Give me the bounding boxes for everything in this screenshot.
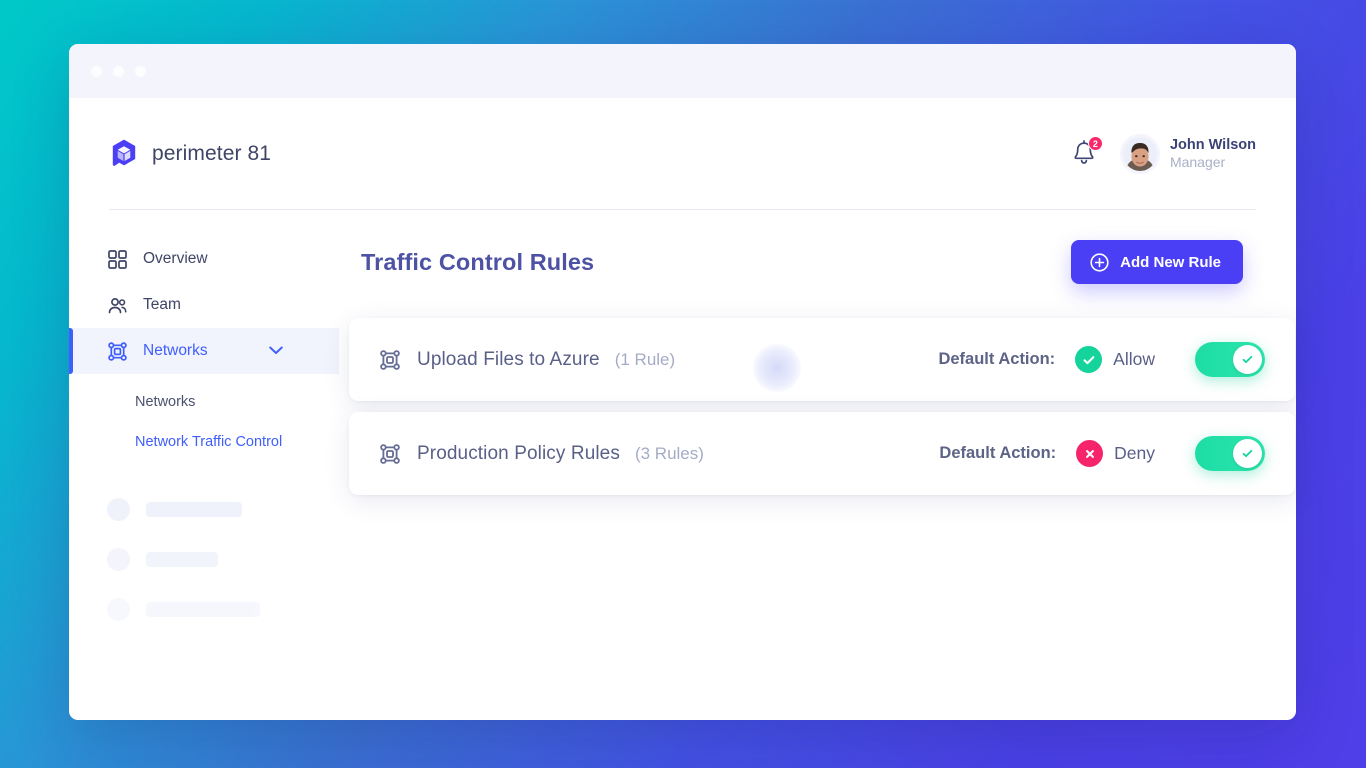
- rule-enabled-toggle[interactable]: [1195, 342, 1265, 377]
- users-icon: [108, 296, 127, 315]
- action-text: Allow: [1113, 349, 1155, 369]
- sidebar-item-overview[interactable]: Overview: [69, 236, 339, 282]
- default-action-value: Allow: [1075, 346, 1155, 373]
- network-nodes-icon: [380, 349, 400, 370]
- list-item: [69, 484, 339, 534]
- placeholder-avatar: [107, 497, 130, 521]
- placeholder-avatar: [107, 547, 130, 571]
- default-action-label: Default Action:: [939, 444, 1057, 462]
- user-name: John Wilson: [1169, 137, 1256, 154]
- brand-logo[interactable]: perimeter 81: [109, 138, 271, 171]
- window-titlebar: [69, 44, 1296, 98]
- x-circle-icon: [1076, 440, 1104, 467]
- sidebar-item-label: Team: [143, 296, 181, 313]
- plus-circle-icon: [1090, 252, 1109, 272]
- rule-name: Upload Files to Azure: [417, 348, 600, 370]
- toggle-knob: [1233, 439, 1262, 468]
- toggle-knob: [1233, 345, 1262, 374]
- page-title: Traffic Control Rules: [361, 248, 595, 275]
- rules-list: Upload Files to Azure (1 Rule) Default A…: [339, 318, 1296, 495]
- sidebar-subitem-label: Network Traffic Control: [135, 434, 283, 450]
- list-item: [69, 534, 339, 584]
- placeholder-bar: [146, 501, 242, 517]
- default-action-value: Deny: [1076, 440, 1155, 467]
- app-body: Overview Team Networks Networks Network …: [69, 210, 1296, 720]
- sidebar-item-label: Networks: [143, 342, 208, 359]
- rule-name: Production Policy Rules: [417, 442, 620, 464]
- network-nodes-icon: [380, 443, 400, 464]
- user-menu[interactable]: John Wilson Manager: [1122, 136, 1256, 172]
- maximize-dot[interactable]: [135, 65, 146, 77]
- perimeter81-cube-logo-icon: [109, 138, 139, 171]
- brand-name: perimeter 81: [152, 142, 272, 165]
- table-row[interactable]: Production Policy Rules (3 Rules) Defaul…: [349, 412, 1295, 495]
- user-meta: John Wilson Manager: [1170, 136, 1256, 172]
- table-row[interactable]: Upload Files to Azure (1 Rule) Default A…: [349, 318, 1295, 401]
- rule-controls: Default Action: Deny: [939, 436, 1265, 471]
- network-nodes-icon: [108, 341, 127, 361]
- app-header: perimeter 81 2 John Wilson Manager: [69, 98, 1296, 210]
- grid-icon: [108, 249, 127, 269]
- sidebar: Overview Team Networks Networks Network …: [69, 210, 339, 720]
- sidebar-subitem-networks[interactable]: Networks: [69, 382, 339, 422]
- sidebar-item-label: Overview: [143, 250, 208, 267]
- check-icon: [1242, 449, 1253, 458]
- notification-badge: 2: [1087, 136, 1103, 151]
- add-new-rule-label: Add New Rule: [1120, 253, 1221, 271]
- sidebar-subitem-network-traffic-control[interactable]: Network Traffic Control: [69, 422, 339, 462]
- rule-controls: Default Action: Allow: [938, 342, 1265, 377]
- sidebar-subitem-label: Networks: [135, 394, 196, 410]
- rule-count: (3 Rules): [634, 443, 704, 463]
- sidebar-subnav: Networks Network Traffic Control: [69, 374, 339, 462]
- close-dot[interactable]: [91, 65, 102, 77]
- minimize-dot[interactable]: [113, 65, 124, 77]
- list-item: [69, 584, 339, 634]
- notifications-button[interactable]: 2: [1071, 136, 1103, 169]
- sidebar-placeholder-list: [69, 462, 339, 634]
- placeholder-avatar: [107, 597, 130, 621]
- placeholder-bar: [146, 551, 218, 567]
- add-new-rule-button[interactable]: Add New Rule: [1071, 240, 1243, 284]
- main-header: Traffic Control Rules Add New Rule: [339, 236, 1296, 288]
- chevron-down-icon[interactable]: [269, 342, 283, 360]
- check-circle-icon: [1075, 346, 1103, 373]
- sidebar-item-networks[interactable]: Networks: [69, 328, 339, 374]
- rule-enabled-toggle[interactable]: [1195, 436, 1265, 471]
- rule-count: (1 Rule): [614, 349, 676, 369]
- default-action-label: Default Action:: [938, 350, 1056, 368]
- placeholder-bar: [146, 601, 260, 617]
- action-text: Deny: [1114, 443, 1155, 463]
- user-role: Manager: [1169, 154, 1226, 171]
- sidebar-item-team[interactable]: Team: [69, 282, 339, 328]
- check-icon: [1242, 355, 1253, 364]
- header-right-cluster: 2 John Wilson Manager: [1071, 136, 1256, 172]
- avatar: [1122, 137, 1157, 171]
- main-content: Traffic Control Rules Add New Rule Uploa…: [339, 210, 1296, 720]
- app-window: perimeter 81 2 John Wilson Manager Overv…: [69, 44, 1296, 720]
